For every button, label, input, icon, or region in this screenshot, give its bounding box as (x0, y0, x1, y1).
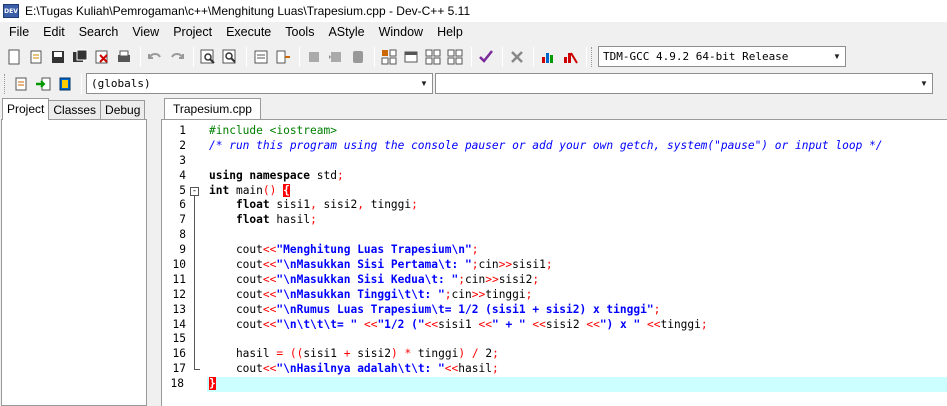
code-line: 12 cout<<"\nMasukkan Tinggi\t\t: ";cin>>… (172, 287, 533, 301)
tab-debug[interactable]: Debug (100, 100, 146, 120)
redo-icon[interactable] (167, 47, 187, 67)
project-panel: Project Classes Debug (0, 98, 147, 406)
find-icon[interactable] (198, 47, 218, 67)
replace-icon[interactable] (220, 47, 240, 67)
menu-project[interactable]: Project (166, 22, 219, 42)
code-line: 7 float hasil; (179, 213, 317, 227)
scope-select[interactable]: (globals) ▼ (86, 73, 433, 94)
menu-view[interactable]: View (125, 22, 166, 42)
menu-window[interactable]: Window (372, 22, 430, 42)
menu-astyle[interactable]: AStyle (321, 22, 371, 42)
profile-icon[interactable] (560, 47, 580, 67)
chevron-down-icon[interactable]: ▼ (416, 74, 432, 93)
menu-execute[interactable]: Execute (219, 22, 278, 42)
compiler-select-value: TDM-GCC 4.9.2 64-bit Release (603, 50, 789, 63)
code-editor[interactable]: 1 #include <iostream> 2/* run this progra… (161, 119, 947, 406)
window-title: E:\Tugas Kuliah\Pemrogaman\c++\Menghitun… (25, 4, 471, 18)
insert-icon[interactable] (11, 74, 31, 94)
menu-help[interactable]: Help (430, 22, 470, 42)
toggle-bookmark-icon[interactable] (273, 47, 293, 67)
undo-icon[interactable] (145, 47, 165, 67)
delete-icon[interactable] (507, 47, 527, 67)
save-icon[interactable] (48, 47, 68, 67)
member-select[interactable]: ▼ (435, 73, 933, 94)
code-line: 17 cout<<"\nHasilnya adalah\t\t: "<<hasi… (172, 362, 499, 376)
menu-tools[interactable]: Tools (278, 22, 321, 42)
code-line: 3 (179, 153, 186, 167)
chevron-down-icon[interactable]: ▼ (916, 74, 932, 93)
menu-edit[interactable]: Edit (36, 22, 72, 42)
devcpp-app-icon[interactable]: DEV (3, 4, 19, 18)
close-file-icon[interactable] (92, 47, 112, 67)
toggle-comment-icon[interactable] (348, 47, 368, 67)
code-line: 16 hasil = ((sisi1 + sisi2) * tinggi) / … (172, 347, 499, 361)
tab-project[interactable]: Project (2, 98, 50, 120)
code-line: 4 using namespace std; (179, 168, 344, 182)
syntax-check-icon[interactable] (476, 47, 496, 67)
goto-declaration-icon[interactable] (33, 74, 53, 94)
editor-area: Trapesium.cpp 1 #include <iostream> 2/* r… (161, 98, 947, 406)
code-line: 1 #include <iostream> (179, 124, 337, 137)
code-line: 9 cout<<"Menghitung Luas Trapesium\n"; (179, 243, 479, 257)
editor-tabs: Trapesium.cpp (161, 98, 947, 120)
code-line: 8 (179, 228, 186, 242)
panel-tabs: Project Classes Debug (0, 98, 147, 120)
fold-toggle-icon[interactable]: - (190, 186, 199, 196)
compiler-select[interactable]: TDM-GCC 4.9.2 64-bit Release ▼ (598, 46, 846, 67)
project-manager-icon[interactable] (379, 47, 399, 67)
menu-search[interactable]: Search (72, 22, 126, 42)
goto-line-icon[interactable] (251, 47, 271, 67)
code-text[interactable]: 1 #include <iostream> 2/* run this progra… (171, 124, 947, 393)
class-toolbar: (globals) ▼ ▼ (0, 70, 947, 97)
code-line: 10 cout<<"\nMasukkan Sisi Pertama\t: ";c… (172, 258, 553, 272)
project-tree[interactable] (1, 119, 147, 406)
code-line: 14 cout<<"\n\t\t\t= " <<"1/2 ("<<sisi1 <… (172, 317, 708, 331)
compile-icon[interactable] (423, 47, 443, 67)
menu-bar: File Edit Search View Project Execute To… (0, 22, 947, 42)
code-line: 5- int main() { (179, 183, 290, 197)
indent-icon[interactable] (304, 47, 324, 67)
tab-trapesium-cpp[interactable]: Trapesium.cpp (164, 98, 261, 120)
main-toolbar: TDM-GCC 4.9.2 64-bit Release ▼ (0, 43, 947, 70)
code-line-current: 18} (171, 377, 947, 393)
new-file-icon[interactable] (4, 47, 24, 67)
chart-icon[interactable] (538, 47, 558, 67)
open-file-icon[interactable] (26, 47, 46, 67)
menu-file[interactable]: File (2, 22, 36, 42)
code-line: 6 float sisi1, sisi2, tinggi; (179, 198, 418, 212)
goto-definition-icon[interactable] (55, 74, 75, 94)
chevron-down-icon[interactable]: ▼ (829, 47, 845, 66)
code-line: 13 cout<<"\nRumus Luas Trapesium\t= 1/2 … (172, 302, 661, 316)
code-line: 2/* run this program using the console p… (179, 138, 883, 152)
title-bar: DEV E:\Tugas Kuliah\Pemrogaman\c++\Mengh… (0, 0, 947, 22)
code-line: 11 cout<<"\nMasukkan Sisi Kedua\t: ";cin… (172, 272, 540, 286)
run-icon[interactable] (445, 47, 465, 67)
fullscreen-icon[interactable] (401, 47, 421, 67)
scope-select-value: (globals) (91, 77, 151, 90)
unindent-icon[interactable] (326, 47, 346, 67)
print-icon[interactable] (114, 47, 134, 67)
save-all-icon[interactable] (70, 47, 90, 67)
tab-classes[interactable]: Classes (48, 100, 102, 120)
code-line: 15 (172, 332, 186, 346)
